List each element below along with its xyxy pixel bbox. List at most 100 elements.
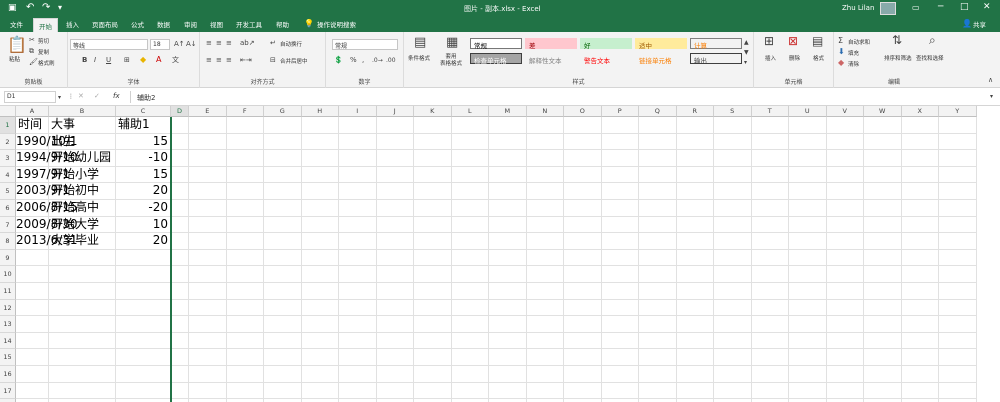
maximize-icon[interactable]: □ (960, 2, 969, 12)
cell-A8[interactable]: 2013/6/31 (16, 233, 78, 250)
find-select-button[interactable]: 查找和选择 (916, 54, 944, 62)
cell-N3[interactable] (526, 150, 564, 167)
cell-I1[interactable] (339, 117, 377, 134)
column-header-J[interactable]: J (376, 106, 414, 117)
cell-O12[interactable] (564, 299, 602, 317)
cell-K2[interactable] (414, 133, 452, 151)
row-header-8[interactable]: 8 (0, 233, 16, 250)
column-header-E[interactable]: E (189, 106, 227, 117)
cell-M6[interactable] (489, 200, 527, 217)
cell-style-3[interactable]: 适中 (635, 38, 687, 50)
cell-K11[interactable] (414, 283, 452, 300)
cell-E17[interactable] (189, 382, 227, 400)
cell-J7[interactable] (376, 216, 414, 234)
cell-W5[interactable] (864, 183, 902, 200)
cell-U13[interactable] (789, 316, 827, 333)
cell-C8[interactable]: 20 (116, 233, 171, 250)
cell-G12[interactable] (264, 299, 302, 317)
cell-C12[interactable] (116, 299, 171, 317)
name-box-dropdown-icon[interactable]: ▾ (58, 93, 61, 102)
cell-Q8[interactable] (639, 233, 677, 250)
cell-U1[interactable] (789, 117, 827, 134)
cell-D17[interactable] (171, 382, 189, 400)
cell-D6[interactable] (171, 200, 189, 217)
percent-icon[interactable]: % (350, 56, 357, 65)
cell-F7[interactable] (226, 216, 264, 234)
cell-P7[interactable] (601, 216, 639, 234)
lightbulb-icon[interactable]: 💡 (304, 19, 314, 28)
cell-C15[interactable] (116, 349, 171, 366)
font-color-icon[interactable]: A (156, 55, 161, 64)
column-header-D[interactable]: D (171, 106, 189, 117)
cell-H14[interactable] (301, 332, 339, 350)
cell-U12[interactable] (789, 299, 827, 317)
font-name-select[interactable]: 等线 (70, 39, 148, 50)
format-cells-button[interactable]: 格式 (813, 54, 824, 62)
cell-F10[interactable] (226, 266, 264, 283)
cell-S17[interactable] (714, 382, 752, 400)
cell-D3[interactable] (171, 150, 189, 167)
cell-B15[interactable] (49, 349, 116, 366)
cell-E2[interactable] (189, 133, 227, 151)
cell-L14[interactable] (451, 332, 489, 350)
cell-Q9[interactable] (639, 249, 677, 267)
cell-I7[interactable] (339, 216, 377, 234)
tab-developer[interactable]: 开发工具 (236, 19, 262, 29)
tab-file[interactable]: 文件 (10, 19, 23, 29)
fill-icon[interactable]: ⬇ (838, 47, 845, 56)
cell-B8[interactable]: 大学毕业 (49, 233, 116, 250)
cell-T6[interactable] (751, 200, 789, 217)
cell-C3[interactable]: -10 (116, 150, 171, 167)
cell-K1[interactable] (414, 117, 452, 134)
cell-T16[interactable] (751, 366, 789, 383)
row-header-17[interactable]: 17 (0, 382, 16, 400)
cell-I8[interactable] (339, 233, 377, 250)
conditional-formatting-icon[interactable]: ▤ (414, 36, 426, 49)
cell-I16[interactable] (339, 366, 377, 383)
cell-N5[interactable] (526, 183, 564, 200)
cell-N10[interactable] (526, 266, 564, 283)
cell-S10[interactable] (714, 266, 752, 283)
cell-C1[interactable]: 辅助1 (116, 117, 171, 134)
cell-V8[interactable] (826, 233, 864, 250)
cell-S15[interactable] (714, 349, 752, 366)
gallery-scroll-up-icon[interactable]: ▲ (744, 38, 749, 47)
cell-A15[interactable] (16, 349, 49, 366)
cell-A17[interactable] (16, 382, 49, 400)
cell-R4[interactable] (676, 166, 714, 184)
cell-I12[interactable] (339, 299, 377, 317)
cell-I15[interactable] (339, 349, 377, 366)
cell-J6[interactable] (376, 200, 414, 217)
cell-W14[interactable] (864, 332, 902, 350)
cell-U7[interactable] (789, 216, 827, 234)
column-header-S[interactable]: S (714, 106, 752, 117)
cell-A1[interactable]: 时间 (16, 117, 49, 134)
cell-L15[interactable] (451, 349, 489, 366)
cell-style-5[interactable]: 检查单元格 (470, 53, 522, 65)
row-header-12[interactable]: 12 (0, 299, 16, 317)
cell-I4[interactable] (339, 166, 377, 184)
cell-M17[interactable] (489, 382, 527, 400)
cell-A4[interactable]: 1997/9/1 (16, 166, 70, 184)
cell-O7[interactable] (564, 216, 602, 234)
cell-F17[interactable] (226, 382, 264, 400)
cell-F1[interactable] (226, 117, 264, 134)
cell-G15[interactable] (264, 349, 302, 366)
cell-Q7[interactable] (639, 216, 677, 234)
cell-P16[interactable] (601, 366, 639, 383)
cell-M3[interactable] (489, 150, 527, 167)
cell-Y9[interactable] (939, 249, 977, 267)
tab-insert[interactable]: 插入 (66, 19, 79, 29)
clear-icon[interactable]: ◆ (838, 58, 844, 67)
cell-S3[interactable] (714, 150, 752, 167)
cell-U2[interactable] (789, 133, 827, 151)
cell-B4[interactable]: 开始小学 (49, 166, 116, 184)
cell-V1[interactable] (826, 117, 864, 134)
cell-S8[interactable] (714, 233, 752, 250)
row-header-11[interactable]: 11 (0, 283, 16, 300)
minimize-icon[interactable]: ─ (938, 2, 943, 12)
row-header-14[interactable]: 14 (0, 332, 16, 350)
cell-E14[interactable] (189, 332, 227, 350)
cell-D16[interactable] (171, 366, 189, 383)
row-header-7[interactable]: 7 (0, 216, 16, 234)
